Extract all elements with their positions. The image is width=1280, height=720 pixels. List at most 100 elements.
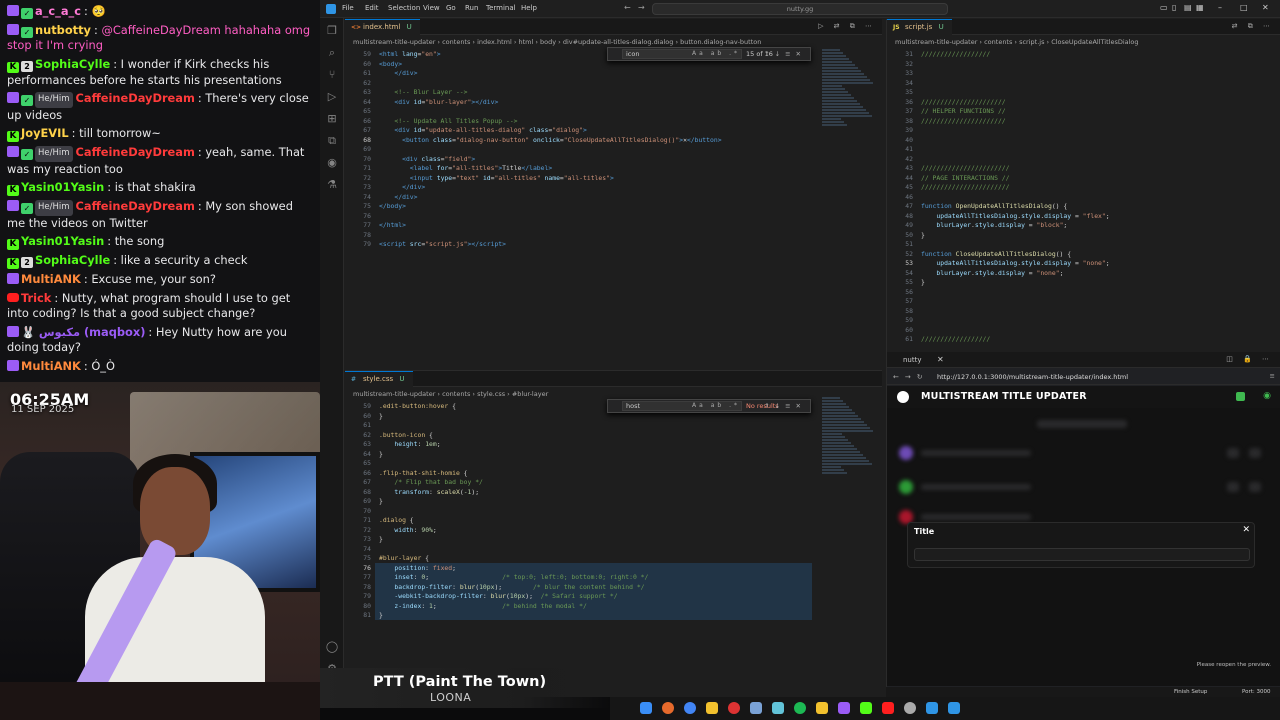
code-line[interactable]: <button class="dialog-nav-button" onclic… [379,136,721,144]
app-icon[interactable] [772,702,784,714]
code-line[interactable]: } [379,412,383,420]
layout-customize-icon[interactable]: ▦ [1196,3,1204,12]
code-line[interactable]: </html> [379,221,406,229]
code-line[interactable]: updateAllTitlesDialog.style.display = "f… [921,212,1109,220]
preview-tab-label[interactable]: nutty [903,356,922,364]
code-area[interactable]: 59 .edit-button:hover {60} 61 62 .button-ico… [345,400,882,670]
breadcrumb[interactable]: multistream-title-updater › contents › i… [353,38,761,46]
chat-username[interactable]: CaffeineDayDream [76,145,195,159]
port-item[interactable]: Port: 3000 [1242,689,1271,695]
code-line[interactable]: </body> [379,202,406,210]
obs-icon[interactable] [904,702,916,714]
code-line[interactable]: <input type="text" id="all-titles" name=… [379,174,614,182]
code-line[interactable]: } [379,611,383,619]
url-field[interactable]: http://127.0.0.1:3000/multistream-title-… [937,373,1128,381]
close-icon[interactable]: ✕ [937,355,944,364]
find-widget[interactable]: icon Aa ab .* 15 of 16 ↑↓≡✕ [607,47,811,61]
menu-run[interactable]: Run [465,4,478,12]
breadcrumb[interactable]: multistream-title-updater › contents › s… [353,390,548,398]
code-line[interactable]: </div> [379,69,417,77]
chat-username[interactable]: Yasin01Yasin [21,234,104,248]
code-line[interactable]: } [379,497,383,505]
maximize-icon[interactable]: □ [1240,3,1248,12]
youtube-icon[interactable] [882,702,894,714]
back-arrow-icon[interactable]: ← [624,3,631,12]
code-line[interactable]: // HELPER FUNCTIONS // [921,107,1006,115]
close-window-icon[interactable]: ✕ [1262,3,1269,12]
chat-username[interactable]: JoyEVIL [21,126,69,140]
preview-tab-actions[interactable]: ◫ 🔒 ⋯ [1226,355,1273,363]
chat-username[interactable]: nutbotty [35,23,91,37]
code-line[interactable]: } [379,535,383,543]
code-line[interactable]: ////////////////// [921,335,990,343]
remote-explorer-icon[interactable]: ⧉ [325,134,339,148]
chat-username[interactable]: a_c_a_c [35,4,81,18]
browser-nav-icons[interactable]: ←→↻ [893,373,929,381]
run-debug-icon[interactable]: ▷ [325,90,339,104]
code-line[interactable]: .button-icon { [379,431,433,439]
code-line[interactable]: /////////////////////// [921,164,1010,172]
code-line[interactable]: // PAGE INTERACTIONS // [921,174,1010,182]
tab-script-js[interactable]: JS script.js U [887,19,952,35]
explorer-icon[interactable]: ❐ [325,24,339,38]
code-line[interactable]: blurLayer.style.display = "block"; [921,221,1067,229]
finish-setup-item[interactable]: Finish Setup [1174,689,1207,695]
code-area[interactable]: 59 <html lang="en"> 60 <body> 61 </div> 62 63 … [345,48,882,366]
code-line[interactable]: </div> [379,183,425,191]
minimap[interactable] [822,397,874,477]
search-icon[interactable]: ⌕ [325,46,339,60]
code-line[interactable]: transform: scaleX(-1); [379,488,479,496]
chat-username[interactable]: MultiANK [21,359,81,373]
tab-index-html[interactable]: <> index.html U [345,19,420,35]
app-icon[interactable] [750,702,762,714]
chat-username[interactable]: CaffeineDayDream [76,199,195,213]
tab-actions[interactable]: ⇄ ⧉ ⋯ [1232,22,1274,31]
code-area[interactable]: 31 ////////////////// 32 33 34 35 36 //////////… [887,48,1280,352]
chat-username[interactable]: SophiaCylle [35,57,110,71]
source-control-icon[interactable]: ⑂ [325,68,339,82]
chat-username[interactable]: Trick [21,291,51,305]
code-line[interactable]: <!-- Update All Titles Popup --> [379,117,517,125]
code-line[interactable]: <!-- Blur Layer --> [379,88,467,96]
code-line[interactable]: blurLayer.style.display = "none"; [921,269,1063,277]
chat-username[interactable]: MultiANK [21,272,81,286]
find-widget[interactable]: host Aa ab .* No results ↑↓≡✕ [607,399,811,413]
code-line[interactable]: .edit-button:hover { [379,402,456,410]
code-line[interactable]: position: fixed; [379,564,456,572]
layout-panel-icon[interactable]: ▤ [1184,3,1192,12]
chat-username[interactable]: CaffeineDayDream [76,91,195,105]
menu-selection[interactable]: Selection [388,4,420,12]
layout-toggle-icon[interactable]: ▭ [1160,3,1168,12]
chat-username[interactable]: SophiaCylle [35,253,110,267]
kick-icon[interactable] [860,702,872,714]
tab-actions[interactable]: ▷ ⇄ ⧉ ⋯ [818,22,876,31]
code-line[interactable]: backdrop-filter: blur(10px); /* blur the… [379,583,644,591]
dialog-close-button[interactable]: ✕ [1242,525,1250,535]
chat-username[interactable]: مكبوس (maqbox) [39,325,146,339]
code-line[interactable]: ////////////////////// [921,98,1006,106]
terminal-icon[interactable] [926,702,938,714]
menu-view[interactable]: View [423,4,440,12]
find-options[interactable]: Aa ab .* [692,50,740,57]
code-line[interactable]: <div class="field"> [379,155,475,163]
code-line[interactable]: <label for="all-titles">Title</label> [379,164,552,172]
menu-help[interactable]: Help [521,4,537,12]
code-line[interactable]: <div id="update-all-titles-dialog" class… [379,126,586,134]
extensions-icon[interactable]: ⊞ [325,112,339,126]
code-line[interactable]: .dialog { [379,516,414,524]
code-line[interactable]: inset: 0; /* top:0; left:0; bottom:0; ri… [379,573,648,581]
layout-sidebar-icon[interactable]: ▯ [1172,3,1176,12]
menu-file[interactable]: File [342,4,354,12]
code-line[interactable]: </div> [379,193,417,201]
code-line[interactable]: ////////////////////// [921,117,1006,125]
forward-arrow-icon[interactable]: → [638,3,645,12]
tab-style-css[interactable]: # style.css U [345,371,413,387]
breadcrumb[interactable]: multistream-title-updater › contents › s… [895,38,1139,46]
code-line[interactable]: } [921,231,925,239]
code-line[interactable]: z-index: 1; /* behind the modal */ [379,602,586,610]
menu-edit[interactable]: Edit [365,4,379,12]
command-center-search[interactable]: nutty.gg [652,3,948,15]
code-line[interactable]: -webkit-backdrop-filter: blur(10px); /* … [379,592,617,600]
code-line[interactable]: <html lang="en"> [379,50,441,58]
code-line[interactable]: <body> [379,60,402,68]
